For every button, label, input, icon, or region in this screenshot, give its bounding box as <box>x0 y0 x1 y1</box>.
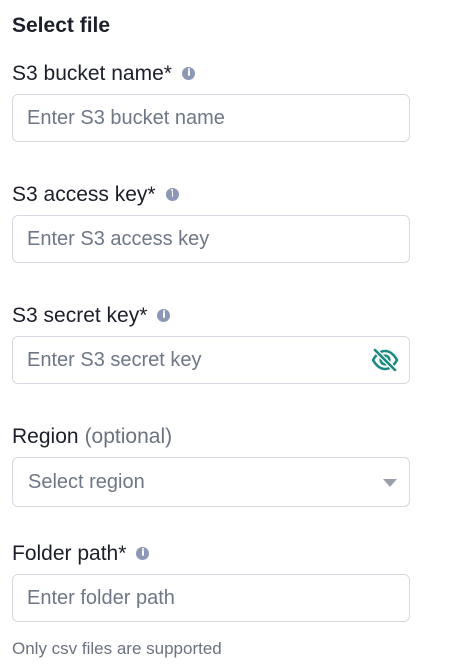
csv-support-hint: Only csv files are supported <box>12 639 222 658</box>
required-mark: * <box>163 62 172 85</box>
eye-off-icon[interactable] <box>371 347 399 373</box>
secret-key-field[interactable] <box>12 336 410 384</box>
region-label-text: Region <box>12 425 79 448</box>
folder-path-field[interactable] <box>12 574 410 622</box>
region-select-placeholder: Select region <box>28 471 145 493</box>
folder-path-label: Folder path * <box>12 540 150 568</box>
required-mark: * <box>139 304 148 327</box>
bucket-name-label: S3 bucket name * <box>12 60 195 88</box>
bucket-name-input[interactable] <box>13 95 409 141</box>
chevron-down-icon <box>383 479 397 487</box>
info-icon[interactable] <box>136 546 150 560</box>
folder-path-input[interactable] <box>13 575 409 621</box>
secret-key-label: S3 secret key * <box>12 302 171 330</box>
secret-key-input[interactable] <box>13 337 409 383</box>
bucket-name-field[interactable] <box>12 94 410 142</box>
access-key-input[interactable] <box>13 216 409 262</box>
access-key-label: S3 access key * <box>12 181 179 209</box>
access-key-label-text: S3 access key <box>12 183 148 206</box>
folder-path-label-text: Folder path <box>12 542 119 565</box>
secret-key-label-text: S3 secret key <box>12 304 140 327</box>
required-mark: * <box>147 183 156 206</box>
required-mark: * <box>118 542 127 565</box>
region-label: Region (optional) <box>12 423 172 451</box>
info-icon[interactable] <box>181 66 195 80</box>
region-select[interactable]: Select region <box>12 457 410 507</box>
page-title: Select file <box>12 14 111 37</box>
bucket-name-label-text: S3 bucket name <box>12 62 164 85</box>
info-icon[interactable] <box>157 308 171 322</box>
optional-text: (optional) <box>84 425 173 448</box>
info-icon[interactable] <box>165 187 179 201</box>
access-key-field[interactable] <box>12 215 410 263</box>
